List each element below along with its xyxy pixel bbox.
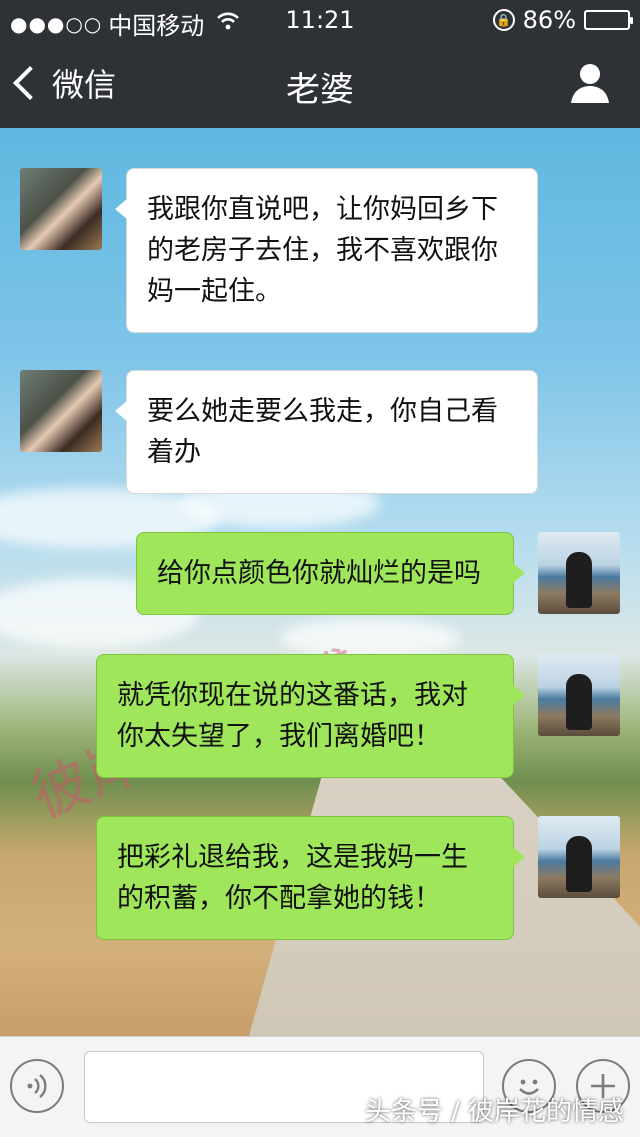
status-bar: ●●●○○ 中国移动 11:21 🔒 86% <box>0 0 640 40</box>
message-bubble-outgoing[interactable]: 就凭你现在说的这番话，我对你太失望了，我们离婚吧！ <box>96 654 525 778</box>
message-bubble-outgoing[interactable]: 给你点颜色你就灿烂的是吗 <box>136 532 525 615</box>
user-avatar[interactable] <box>538 816 620 898</box>
input-bar: 头条号 / 彼岸花的情感 <box>0 1036 640 1137</box>
chat-area[interactable]: 彼岸花的情感 我跟你直说吧，让你妈回乡下的老房子去住，我不喜欢跟你妈一起住。 要… <box>0 128 640 1036</box>
battery-percent: 86% <box>522 6 576 34</box>
rotation-lock-icon: 🔒 <box>492 9 515 31</box>
avatar-figure <box>566 674 592 730</box>
avatar-figure <box>566 552 592 608</box>
nav-bar: 微信 老婆 <box>0 40 640 128</box>
chat-title: 老婆 <box>286 70 354 110</box>
contact-avatar[interactable] <box>20 370 102 452</box>
message-bubble-incoming[interactable]: 我跟你直说吧，让你妈回乡下的老房子去住，我不喜欢跟你妈一起住。 <box>115 168 538 333</box>
footer-watermark: 头条号 / 彼岸花的情感 <box>364 1097 624 1127</box>
voice-icon <box>27 1074 47 1098</box>
user-avatar[interactable] <box>538 654 620 736</box>
user-avatar[interactable] <box>538 532 620 614</box>
message-bubble-outgoing[interactable]: 把彩礼退给我，这是我妈一生的积蓄，你不配拿她的钱！ <box>96 816 525 940</box>
chat-info-button[interactable] <box>570 62 610 104</box>
avatar-figure <box>566 836 592 892</box>
contact-avatar[interactable] <box>20 168 102 250</box>
status-right: 🔒 86% <box>492 6 633 34</box>
voice-button[interactable] <box>10 1059 64 1113</box>
person-icon <box>571 64 609 103</box>
battery-icon <box>584 10 633 30</box>
message-bubble-incoming[interactable]: 要么她走要么我走，你自己看着办 <box>115 370 538 494</box>
